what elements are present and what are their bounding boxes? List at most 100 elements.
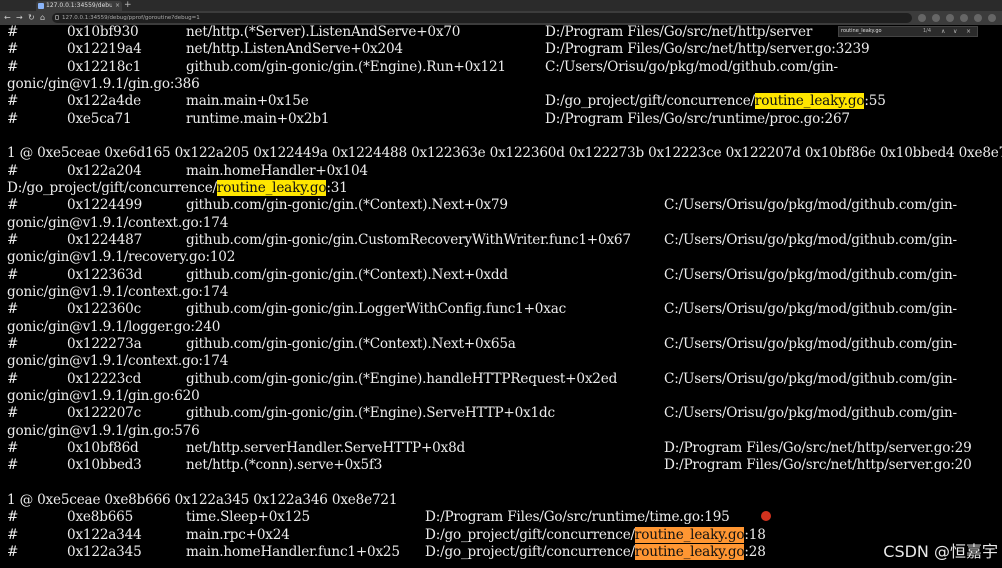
search-highlight: routine_leaky.go [634, 526, 745, 543]
frame-marker: # [7, 24, 19, 40]
frame-function: github.com/gin-gonic/gin.LoggerWithConfi… [186, 301, 567, 318]
address-url[interactable]: 127.0.0.1:34559/debug/pprof/goroutine?de… [62, 13, 200, 23]
downloads-icon[interactable] [960, 14, 968, 22]
find-previous-button[interactable]: ∧ [941, 27, 945, 36]
frame-address: 0x12218c1 [67, 58, 142, 75]
source-path: C:/Users/Orisu/go/pkg/mod/github.com/gin… [664, 301, 957, 318]
frame-marker: # [7, 370, 19, 387]
frame-function: main.rpc+0x24 [186, 526, 290, 543]
frame-marker: # [7, 509, 19, 526]
frame-address: 0x10bbed3 [67, 457, 142, 474]
source-location: 1 @ 0xe5ceae 0xe8b666 0x122a345 0x122a34… [7, 492, 397, 509]
source-location: gonic/gin@v1.9.1/context.go:174 [7, 284, 228, 301]
source-path: gonic/gin@v1.9.1/gin.go:386 [7, 75, 200, 92]
frame-marker: # [7, 457, 19, 474]
source-path: C:/Users/Orisu/go/pkg/mod/github.com/gin… [664, 197, 957, 214]
favicon-icon [38, 3, 44, 9]
back-button[interactable]: ← [4, 11, 11, 25]
new-tab-button[interactable]: + [124, 0, 132, 11]
find-close-button[interactable]: × [966, 27, 971, 36]
source-location: D:/go_project/gift/concurrence/routine_l… [545, 93, 886, 110]
frame-address: 0x122273a [67, 335, 142, 352]
frame-marker: # [7, 301, 19, 318]
source-location: gonic/gin@v1.9.1/recovery.go:102 [7, 249, 235, 266]
frame-marker: # [7, 162, 19, 179]
frame-address: 0x1224499 [67, 197, 143, 214]
source-path: gonic/gin@v1.9.1/recovery.go:102 [7, 249, 236, 266]
extension-icon[interactable] [918, 14, 926, 22]
home-button[interactable]: ⌂ [40, 11, 45, 25]
frame-marker: # [7, 526, 19, 543]
menu-icon[interactable] [988, 14, 996, 22]
frame-address: 0x10bf86d [67, 439, 139, 456]
mouse-cursor-indicator [761, 511, 771, 521]
account-icon[interactable] [974, 14, 982, 22]
frame-address: 0xe8b665 [67, 509, 134, 526]
profile-icon[interactable] [932, 14, 940, 22]
source-path: C:/Users/Orisu/go/pkg/mod/github.com/gin… [664, 266, 957, 283]
frame-function: github.com/gin-gonic/gin.CustomRecoveryW… [186, 231, 631, 248]
source-path: gonic/gin@v1.9.1/gin.go:576 [7, 422, 200, 439]
source-path: D:/go_project/gift/concurrence/ [7, 179, 217, 196]
source-location: gonic/gin@v1.9.1/context.go:174 [7, 215, 228, 232]
source-location: gonic/gin@v1.9.1/gin.go:386 [7, 76, 200, 93]
source-location: gonic/gin@v1.9.1/logger.go:240 [7, 319, 220, 336]
frame-address: 0x122207c [67, 405, 142, 422]
source-path: D:/Program Files/Go/src/runtime/proc.go:… [545, 110, 850, 127]
source-path: D:/Program Files/Go/src/net/http/server.… [664, 457, 972, 474]
source-path: gonic/gin@v1.9.1/gin.go:620 [7, 387, 200, 404]
source-path: gonic/gin@v1.9.1/context.go:174 [7, 353, 229, 370]
source-location: gonic/gin@v1.9.1/context.go:174 [7, 353, 228, 370]
find-next-button[interactable]: ∨ [953, 27, 957, 36]
frame-function: github.com/gin-gonic/gin.(*Engine).Serve… [186, 405, 555, 422]
source-path: D:/Program Files/Go/src/net/http/server.… [545, 41, 870, 58]
forward-button[interactable]: → [16, 11, 23, 25]
source-location: D:/go_project/gift/concurrence/routine_l… [425, 526, 766, 544]
frame-address: 0x122363d [67, 266, 143, 283]
frame-marker: # [7, 439, 19, 456]
favorites-icon[interactable] [946, 14, 954, 22]
frame-marker: # [7, 543, 19, 560]
frame-function: github.com/gin-gonic/gin.(*Context).Next… [186, 266, 508, 283]
info-icon[interactable] [55, 15, 59, 20]
source-path: D:/go_project/gift/concurrence/ [425, 543, 635, 560]
source-path: D:/go_project/gift/concurrence/ [425, 526, 635, 543]
frame-marker: # [7, 231, 19, 248]
frame-function: github.com/gin-gonic/gin.(*Engine).handl… [186, 370, 618, 387]
frame-marker: # [7, 266, 19, 283]
source-location: C:/Users/Orisu/go/pkg/mod/github.com/gin… [664, 405, 957, 422]
source-location: D:/Program Files/Go/src/net/http/server.… [545, 41, 870, 58]
find-match-count: 1/4 [923, 28, 932, 34]
frame-function: runtime.main+0x2b1 [186, 110, 330, 127]
find-input[interactable]: routine_leaky.go [841, 27, 882, 36]
browser-tab[interactable]: 127.0.0.1:34559/debug/pprof/goroutine?de… [36, 1, 122, 11]
source-path: gonic/gin@v1.9.1/context.go:174 [7, 283, 229, 300]
frame-address: 0x122a4de [67, 93, 141, 110]
browser-toolbar: ← → ↻ ⌂ 127.0.0.1:34559/debug/pprof/goro… [0, 11, 1002, 25]
source-path: D:/Program Files/Go/src/net/http/server.… [664, 439, 972, 456]
frame-address: 0x1224487 [67, 231, 143, 248]
address-bar[interactable]: 127.0.0.1:34559/debug/pprof/goroutine?de… [52, 13, 912, 23]
reload-button[interactable]: ↻ [28, 11, 35, 25]
source-path: C:/Users/Orisu/go/pkg/mod/github.com/gin… [664, 335, 957, 352]
source-location: C:/Users/Orisu/go/pkg/mod/github.com/gin… [664, 301, 957, 318]
tab-close-icon[interactable]: × [115, 1, 120, 11]
search-highlight: routine_leaky.go [754, 93, 865, 110]
source-location: C:/Users/Orisu/go/pkg/mod/github.com/gin… [664, 232, 957, 249]
source-path: C:/Users/Orisu/go/pkg/mod/github.com/gin… [664, 231, 957, 248]
frame-function: net/http.(*Server).ListenAndServe+0x70 [186, 24, 461, 40]
frame-function: time.Sleep+0x125 [186, 509, 310, 526]
frame-marker: # [7, 93, 19, 110]
frame-address: 0x12223cd [67, 370, 142, 387]
source-location: gonic/gin@v1.9.1/gin.go:620 [7, 388, 200, 405]
source-location: C:/Users/Orisu/go/pkg/mod/github.com/gin… [545, 59, 838, 76]
frame-address: 0x122a345 [67, 543, 142, 560]
frame-function: net/http.(*conn).serve+0x5f3 [186, 457, 383, 474]
frame-address: 0x10bf930 [67, 24, 139, 40]
frame-function: main.homeHandler.func1+0x25 [186, 543, 400, 560]
source-location: C:/Users/Orisu/go/pkg/mod/github.com/gin… [664, 371, 957, 388]
source-line-number: :31 [326, 179, 348, 196]
source-path: D:/Program Files/Go/src/net/http/server [545, 24, 813, 40]
source-path: 1 @ 0xe5ceae 0xe6d165 0x122a205 0x122449… [7, 145, 1002, 162]
frame-marker: # [7, 41, 19, 58]
